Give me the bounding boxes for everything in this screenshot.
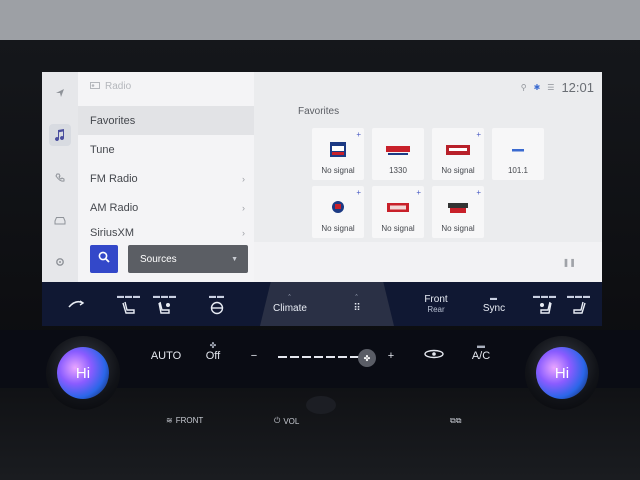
left-temp-display: Hi	[57, 347, 109, 399]
app-title: Radio	[90, 81, 131, 92]
navigation-icon[interactable]	[49, 82, 71, 104]
chevron-up-icon: ˆ	[288, 294, 292, 302]
sync-button[interactable]: ▬ Sync	[478, 282, 510, 326]
sports-logo	[332, 201, 344, 213]
menu-item-siriusxm[interactable]: SiriusXM ›	[78, 222, 254, 244]
favorite-tile[interactable]: 1330	[372, 128, 424, 180]
radio-menu-panel: Radio Favorites Tune FM Radio › AM Radio…	[78, 72, 254, 282]
front-defrost-button[interactable]: ≋ FRONT	[166, 416, 203, 425]
fox-news-logo	[330, 142, 346, 157]
seat-heat-right-icon[interactable]: ▬▬▬	[566, 282, 592, 326]
defrost-icon: ≋	[166, 416, 173, 425]
phone-icon[interactable]	[49, 167, 71, 189]
infotainment-screen: Radio Favorites Tune FM Radio › AM Radio…	[42, 72, 602, 282]
now-playing-bar[interactable]: ❚❚	[254, 242, 602, 282]
power-icon: ⏻	[274, 416, 281, 425]
favorite-tile[interactable]: + No signal	[372, 186, 424, 238]
fan-speed-knob[interactable]: ✤	[358, 349, 376, 367]
news-talk-logo	[446, 145, 470, 155]
favorite-tile[interactable]: + No signal	[432, 128, 484, 180]
fan-speed-slider[interactable]	[278, 356, 368, 358]
red-logo	[387, 203, 409, 212]
location-icon: ⚲	[520, 83, 527, 92]
seek-icon: ⧉⧉	[450, 416, 462, 425]
menu-item-fm-radio[interactable]: FM Radio ›	[78, 164, 254, 193]
right-temp-display: Hi	[536, 347, 588, 399]
radio-icon	[90, 81, 100, 92]
chevron-up-icon: ˆ	[355, 294, 359, 302]
seat-fan-left-icon[interactable]: ▬▬▬	[152, 282, 178, 326]
auto-button[interactable]: AUTO	[148, 350, 184, 362]
climate-tab[interactable]: ˆ Climate	[264, 282, 316, 326]
fan-increase-button[interactable]: +	[384, 350, 398, 362]
steering-heat-icon[interactable]: ▬▬	[204, 282, 230, 326]
grid-icon: ⠿	[353, 302, 361, 314]
add-icon[interactable]: +	[416, 188, 421, 197]
ac-button[interactable]: ▬ A/C	[466, 341, 496, 362]
add-icon[interactable]: +	[476, 188, 481, 197]
settings-icon[interactable]	[49, 251, 71, 273]
favorites-heading: Favorites	[298, 106, 340, 117]
add-icon[interactable]: +	[476, 130, 481, 139]
vinyl-logo	[448, 203, 468, 213]
chevron-right-icon: ›	[242, 202, 245, 213]
power-volume-button[interactable]: ⏻ VOL	[274, 416, 299, 426]
menu-item-am-radio[interactable]: AM Radio ›	[78, 193, 254, 222]
seat-heat-left-icon[interactable]: ▬▬▬	[116, 282, 142, 326]
media-buttons[interactable]: ⧉⧉	[450, 416, 461, 426]
search-icon	[98, 250, 110, 268]
left-temp-knob[interactable]: Hi	[46, 336, 120, 410]
add-icon[interactable]: +	[356, 188, 361, 197]
status-bar: ⚲ ✱ ☰ 12:01	[521, 80, 594, 95]
chevron-right-icon: ›	[242, 173, 245, 184]
clock: 12:01	[561, 80, 594, 95]
fan-decrease-button[interactable]: −	[248, 350, 260, 362]
nav-rail	[42, 72, 78, 282]
seat-fan-right-icon[interactable]: ▬▬▬	[532, 282, 558, 326]
sources-button[interactable]: Sources ▼	[128, 245, 248, 273]
right-temp-knob[interactable]: Hi	[525, 336, 599, 410]
dash-logo	[512, 149, 524, 152]
fan-icon: ✤	[209, 341, 217, 350]
favorite-tile[interactable]: 101.1	[492, 128, 544, 180]
add-icon[interactable]: +	[356, 130, 361, 139]
pause-icon[interactable]: ❚❚	[563, 258, 576, 267]
signal-icon: ☰	[547, 83, 555, 92]
climate-menu-button[interactable]: ˆ ⠿	[342, 282, 372, 326]
caret-down-icon: ▼	[231, 255, 238, 263]
chevron-right-icon: ›	[242, 228, 245, 238]
fan-off-button[interactable]: ✤ Off	[200, 341, 226, 362]
car-icon[interactable]	[49, 209, 71, 231]
menu-item-tune[interactable]: Tune	[78, 135, 254, 164]
recirculation-icon[interactable]	[64, 282, 88, 326]
airflow-icon[interactable]	[420, 348, 448, 363]
favorite-tile[interactable]: + No signal	[312, 128, 364, 180]
music-icon[interactable]	[49, 124, 71, 146]
front-rear-toggle[interactable]: Front Rear	[418, 282, 454, 326]
bluetooth-icon: ✱	[533, 83, 541, 92]
menu-item-favorites[interactable]: Favorites	[78, 106, 254, 135]
favorite-tile[interactable]: + No signal	[432, 186, 484, 238]
climate-bar: ▬▬▬ ▬▬▬ ▬▬ ˆ Climate ˆ ⠿ Front Rear ▬ Sy…	[42, 282, 602, 326]
whbl-logo	[386, 146, 410, 155]
search-button[interactable]	[90, 245, 118, 273]
favorite-tile[interactable]: + No signal	[312, 186, 364, 238]
volume-dial[interactable]	[306, 396, 336, 414]
